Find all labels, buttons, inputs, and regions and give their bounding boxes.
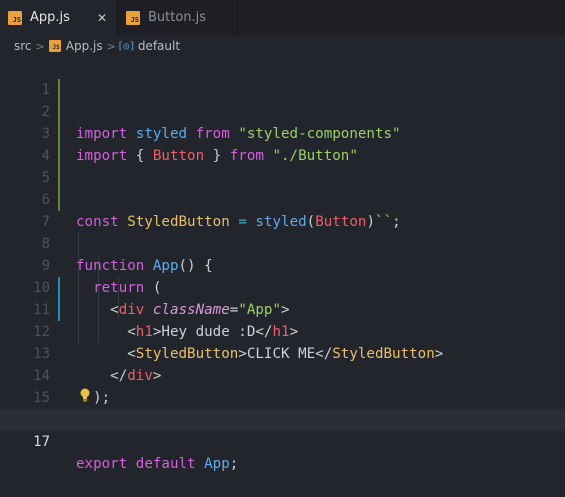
javascript-file-icon: JS bbox=[8, 10, 22, 25]
code-editor[interactable]: 1 2 import styled from "styled-component… bbox=[0, 57, 565, 477]
code-line: 8 function App() { bbox=[0, 211, 565, 274]
line-number: 17 bbox=[33, 434, 50, 450]
javascript-file-icon: JS bbox=[126, 10, 140, 25]
breadcrumb-file[interactable]: App.js bbox=[66, 39, 103, 53]
code-line: 14 ); bbox=[0, 343, 565, 406]
code-line: 10 <div className="App"> bbox=[0, 255, 565, 318]
code-line: 7 bbox=[0, 189, 565, 230]
code-line: 9 return ( bbox=[0, 233, 565, 296]
symbol-variable-icon: [◎] bbox=[117, 40, 136, 52]
code-line: 13 </div> bbox=[0, 321, 565, 384]
code-line: 1 bbox=[0, 57, 565, 98]
javascript-file-icon: JS bbox=[48, 40, 61, 52]
code-line: 5 bbox=[0, 145, 565, 186]
code-line: 11 <h1>Hey dude :D</h1> bbox=[0, 277, 565, 340]
tab-label: Button.js bbox=[148, 10, 207, 25]
tab-button-js[interactable]: JS Button.js bbox=[118, 0, 238, 35]
code-text: export default App; bbox=[76, 456, 239, 472]
code-line: 15 } bbox=[0, 365, 565, 428]
code-line: 12 <StyledButton>CLICK ME</StyledButton> bbox=[0, 299, 565, 362]
code-line: 2 import styled from "styled-components" bbox=[0, 79, 565, 142]
chevron-right-icon: > bbox=[35, 39, 45, 53]
tab-label: App.js bbox=[30, 10, 70, 25]
close-icon[interactable]: ✕ bbox=[97, 11, 107, 25]
code-line: 3 import { Button } from "./Button" bbox=[0, 101, 565, 164]
chevron-right-icon: > bbox=[106, 39, 116, 53]
tab-bar: JS App.js ✕ JS Button.js bbox=[0, 0, 565, 35]
breadcrumb-folder[interactable]: src bbox=[14, 39, 32, 53]
code-line: 4 bbox=[0, 123, 565, 164]
lightbulb-icon[interactable] bbox=[79, 388, 91, 402]
breadcrumb: src > JS App.js > [◎] default bbox=[0, 35, 565, 57]
code-line-current: 17 export default App; bbox=[0, 409, 565, 472]
code-line: 6 const StyledButton = styled(Button)``; bbox=[0, 167, 565, 230]
tab-app-js[interactable]: JS App.js ✕ bbox=[0, 0, 118, 35]
breadcrumb-symbol[interactable]: default bbox=[138, 39, 180, 53]
